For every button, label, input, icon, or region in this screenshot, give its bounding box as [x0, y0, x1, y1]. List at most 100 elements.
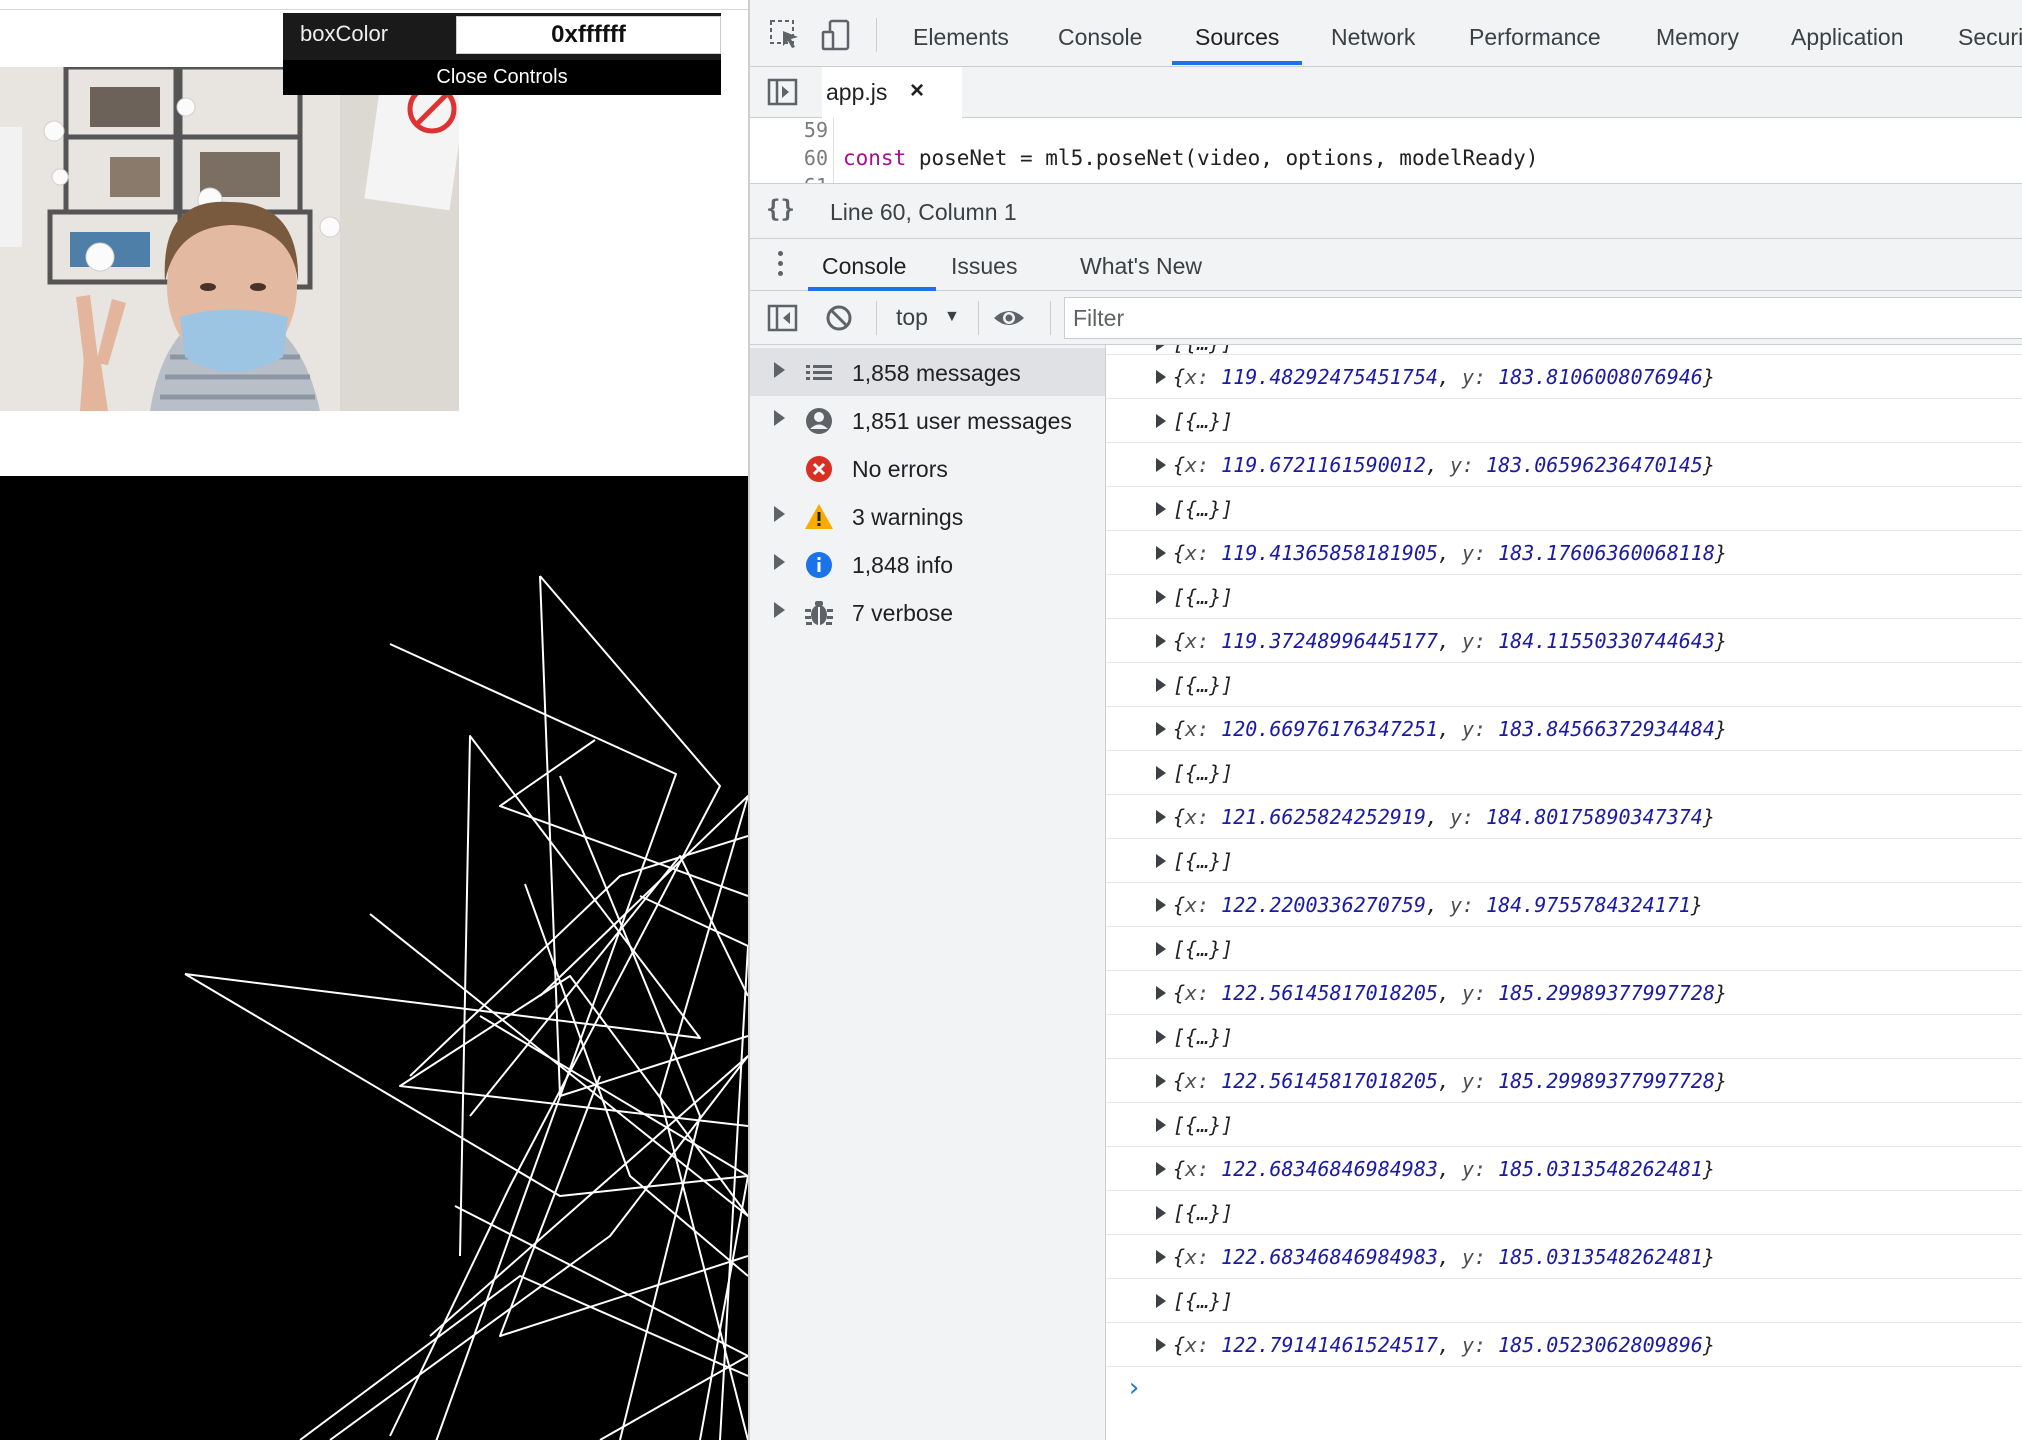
tab-sources[interactable]: Sources	[1195, 0, 1279, 67]
expand-arrow-icon[interactable]	[1156, 458, 1166, 472]
expand-arrow-icon[interactable]	[1156, 678, 1166, 692]
inspect-element-icon[interactable]	[768, 18, 802, 52]
boxcolor-input[interactable]: 0xffffff	[456, 16, 721, 54]
log-row-array[interactable]: [{…}]	[1106, 1279, 2022, 1323]
log-row-point[interactable]: {x: 122.68346846984983, y: 185.031354826…	[1106, 1235, 2022, 1279]
expand-arrow-icon[interactable]	[1156, 1118, 1166, 1132]
console-prompt-icon[interactable]: ›	[1126, 1373, 1142, 1403]
log-token: y:	[1462, 629, 1499, 653]
toggle-navigator-icon[interactable]	[766, 75, 800, 109]
expand-arrow-icon[interactable]	[1156, 942, 1166, 956]
context-selector[interactable]: top	[896, 304, 928, 331]
code-line-60: const poseNet = ml5.poseNet(video, optio…	[843, 146, 1538, 170]
log-row-array[interactable]: [{…}]	[1106, 1103, 2022, 1147]
expand-arrow-icon[interactable]	[774, 602, 785, 618]
log-row-array[interactable]: [{…}]	[1106, 927, 2022, 971]
tab-network[interactable]: Network	[1331, 0, 1415, 67]
toolbar-divider	[1050, 301, 1051, 335]
sidebar-item-user-messages[interactable]: 1,851 user messages	[750, 396, 1105, 444]
expand-arrow-icon[interactable]	[1156, 370, 1166, 384]
expand-arrow-icon[interactable]	[1156, 590, 1166, 604]
log-row-partial[interactable]: [{…}]	[1106, 345, 2022, 355]
eye-icon[interactable]	[992, 301, 1026, 335]
close-icon[interactable]: ×	[910, 77, 924, 105]
log-row-point[interactable]: {x: 122.56145817018205, y: 185.299893779…	[1106, 971, 2022, 1015]
expand-arrow-icon[interactable]	[774, 506, 785, 522]
log-row-point[interactable]: {x: 121.6625824252919, y: 184.8017589034…	[1106, 795, 2022, 839]
log-text: [{…}]	[1173, 409, 1234, 433]
chevron-down-icon[interactable]: ▼	[944, 308, 960, 326]
tab-memory[interactable]: Memory	[1656, 0, 1739, 67]
sidebar-toggle-icon[interactable]	[766, 301, 800, 335]
expand-arrow-icon[interactable]	[1156, 1294, 1166, 1308]
expand-arrow-icon[interactable]	[774, 410, 785, 426]
log-value-y: 185.0313548262481	[1498, 1245, 1703, 1269]
log-value-x: 120.66976176347251	[1221, 717, 1438, 741]
expand-arrow-icon[interactable]	[1156, 1162, 1166, 1176]
expand-arrow-icon[interactable]	[1156, 414, 1166, 428]
expand-arrow-icon[interactable]	[1156, 1206, 1166, 1220]
drawer-tab-whats-new[interactable]: What's New	[1080, 239, 1202, 291]
log-row-point[interactable]: {x: 119.41365858181905, y: 183.176063600…	[1106, 531, 2022, 575]
log-value-y: 183.8106008076946	[1498, 365, 1703, 389]
log-row-point[interactable]: {x: 122.79141461524517, y: 185.052306280…	[1106, 1323, 2022, 1367]
expand-arrow-icon[interactable]	[774, 554, 785, 570]
tab-elements[interactable]: Elements	[913, 0, 1009, 67]
tab-security[interactable]: Securi	[1958, 0, 2022, 67]
log-token: ,	[1437, 629, 1463, 653]
log-row-array[interactable]: [{…}]	[1106, 1191, 2022, 1235]
log-row-point[interactable]: {x: 119.37248996445177, y: 184.115503307…	[1106, 619, 2022, 663]
expand-arrow-icon[interactable]	[774, 362, 785, 378]
tab-console[interactable]: Console	[1058, 0, 1142, 67]
expand-arrow-icon[interactable]	[1156, 634, 1166, 648]
log-row-array[interactable]: [{…}]	[1106, 839, 2022, 883]
drawer-tab-console[interactable]: Console	[822, 239, 906, 291]
sidebar-item-messages[interactable]: 1,858 messages	[750, 348, 1105, 396]
log-row-point[interactable]: {x: 122.56145817018205, y: 185.299893779…	[1106, 1059, 2022, 1103]
log-row-point[interactable]: {x: 119.48292475451754, y: 183.810600807…	[1106, 355, 2022, 399]
sidebar-item-warnings[interactable]: 3 warnings	[750, 492, 1105, 540]
pretty-print-icon[interactable]: {}	[766, 195, 795, 223]
file-tab-app-js[interactable]: app.js ×	[822, 67, 962, 118]
expand-arrow-icon[interactable]	[1156, 722, 1166, 736]
drawer-menu-icon[interactable]	[778, 251, 784, 279]
expand-arrow-icon[interactable]	[1156, 766, 1166, 780]
log-row-point[interactable]: {x: 119.6721161590012, y: 183.0659623647…	[1106, 443, 2022, 487]
tab-application[interactable]: Application	[1791, 0, 1904, 67]
log-token: x:	[1185, 1245, 1222, 1269]
sidebar-item-verbose[interactable]: 7 verbose	[750, 588, 1105, 636]
expand-arrow-icon[interactable]	[1156, 1074, 1166, 1088]
expand-arrow-icon[interactable]	[1156, 1030, 1166, 1044]
filter-input[interactable]	[1065, 298, 2022, 338]
device-toolbar-icon[interactable]	[820, 18, 854, 52]
log-value-x: 122.56145817018205	[1221, 981, 1438, 1005]
code-editor[interactable]: 59 60 61 const poseNet = ml5.poseNet(vid…	[750, 118, 2022, 184]
log-row-array[interactable]: [{…}]	[1106, 399, 2022, 443]
log-token: }	[1702, 1245, 1715, 1269]
expand-arrow-icon[interactable]	[1156, 1250, 1166, 1264]
log-row-point[interactable]: {x: 122.68346846984983, y: 185.031354826…	[1106, 1147, 2022, 1191]
expand-arrow-icon[interactable]	[1156, 854, 1166, 868]
expand-arrow-icon[interactable]	[1156, 546, 1166, 560]
log-token: }	[1702, 1157, 1715, 1181]
sidebar-item-info[interactable]: 1,848 info	[750, 540, 1105, 588]
sidebar-item-errors[interactable]: No errors	[750, 444, 1105, 492]
log-row-array[interactable]: [{…}]	[1106, 663, 2022, 707]
clear-console-icon[interactable]	[822, 301, 856, 335]
expand-arrow-icon[interactable]	[1156, 1338, 1166, 1352]
log-row-array[interactable]: [{…}]	[1106, 575, 2022, 619]
close-controls-button[interactable]: Close Controls	[283, 60, 721, 95]
tab-performance[interactable]: Performance	[1469, 0, 1601, 67]
expand-arrow-icon[interactable]	[1156, 810, 1166, 824]
expand-arrow-icon[interactable]	[1156, 898, 1166, 912]
drawer-tab-issues[interactable]: Issues	[951, 239, 1017, 291]
log-row-array[interactable]: [{…}]	[1106, 487, 2022, 531]
expand-arrow-icon[interactable]	[1156, 345, 1166, 351]
filter-box	[1064, 297, 2022, 339]
expand-arrow-icon[interactable]	[1156, 502, 1166, 516]
log-row-array[interactable]: [{…}]	[1106, 1015, 2022, 1059]
log-row-array[interactable]: [{…}]	[1106, 751, 2022, 795]
log-row-point[interactable]: {x: 122.2200336270759, y: 184.9755784324…	[1106, 883, 2022, 927]
log-row-point[interactable]: {x: 120.66976176347251, y: 183.845663729…	[1106, 707, 2022, 751]
expand-arrow-icon[interactable]	[1156, 986, 1166, 1000]
